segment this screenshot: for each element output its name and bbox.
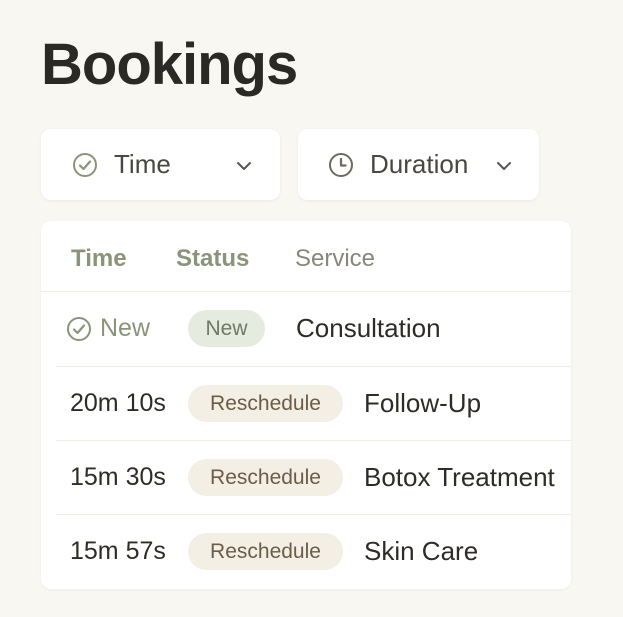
column-header-status[interactable]: Status xyxy=(176,245,249,273)
column-header-service[interactable]: Service xyxy=(295,245,375,273)
service-name: Botox Treatment xyxy=(364,462,555,492)
time-filter-button[interactable]: Time xyxy=(41,129,280,200)
check-circle-icon xyxy=(72,152,98,178)
time-value: 15m 30s xyxy=(70,463,166,491)
service-name: Consultation xyxy=(296,313,441,343)
table-row[interactable]: 20m 10s Reschedule Follow-Up xyxy=(56,367,571,441)
check-circle-icon xyxy=(66,316,92,342)
status-badge: Reschedule xyxy=(188,459,343,496)
table-row[interactable]: New New Consultation xyxy=(41,292,571,366)
status-badge: Reschedule xyxy=(188,533,343,570)
time-value: 15m 57s xyxy=(70,537,166,565)
chevron-down-icon xyxy=(496,161,512,171)
time-value: 20m 10s xyxy=(70,389,166,417)
service-name: Skin Care xyxy=(364,536,479,566)
status-badge: New xyxy=(188,310,265,347)
time-value: New xyxy=(100,314,151,342)
duration-filter-button[interactable]: Duration xyxy=(298,129,539,200)
table-row[interactable]: 15m 30s Reschedule Botox Treatment xyxy=(56,441,571,515)
status-badge: Reschedule xyxy=(188,385,343,422)
chevron-down-icon xyxy=(236,161,252,171)
time-cell: New xyxy=(66,314,150,343)
service-name: Follow-Up xyxy=(364,388,482,418)
table-row[interactable]: 15m 57s Reschedule Skin Care xyxy=(56,515,571,589)
page-title: Bookings xyxy=(41,32,298,97)
time-filter-label: Time xyxy=(114,149,171,179)
clock-icon xyxy=(328,152,354,178)
bookings-table: Time Status Service New New Consultation… xyxy=(41,221,571,589)
column-header-time[interactable]: Time xyxy=(71,245,127,273)
duration-filter-label: Duration xyxy=(370,149,469,179)
